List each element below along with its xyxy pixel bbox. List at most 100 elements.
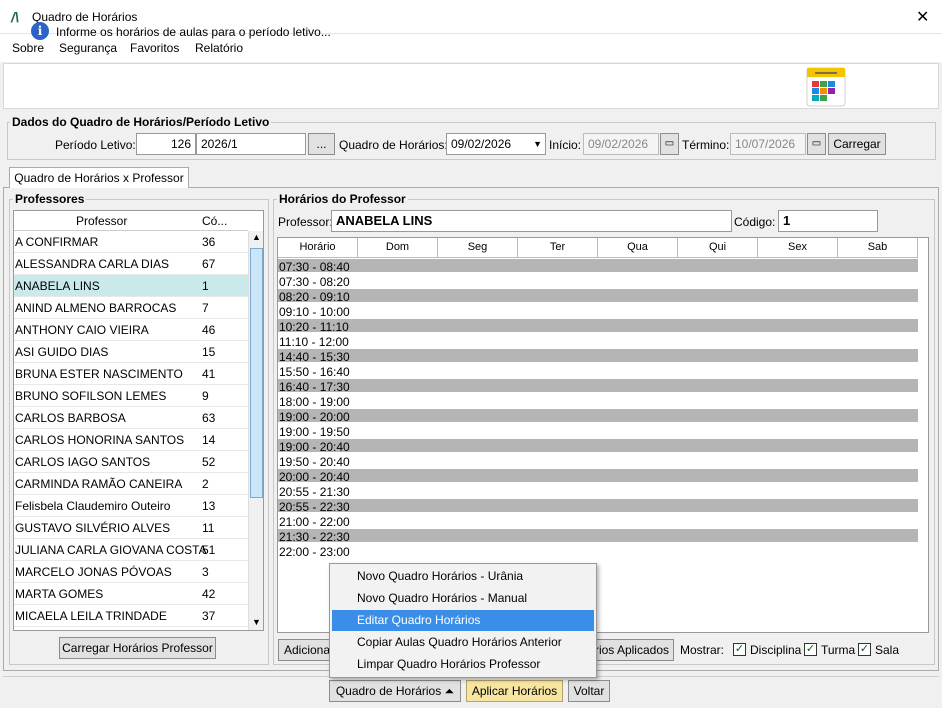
- col-header[interactable]: Seg: [438, 238, 518, 258]
- schedule-cells[interactable]: [358, 259, 918, 272]
- table-row[interactable]: CARMINDA RAMÃO CANEIRA 2: [14, 473, 248, 495]
- col-header[interactable]: Qui: [678, 238, 758, 258]
- quadro-horarios-menu-button[interactable]: Quadro de Horários ⏶: [329, 680, 461, 702]
- periodo-code-field[interactable]: 126: [136, 133, 196, 155]
- menu-sobre[interactable]: Sobre: [12, 41, 44, 55]
- schedule-cells[interactable]: [358, 364, 918, 377]
- schedule-cells[interactable]: [358, 394, 918, 407]
- schedule-row[interactable]: 20:55 - 22:30: [278, 499, 918, 514]
- schedule-cells[interactable]: [358, 304, 918, 317]
- schedule-row[interactable]: 21:30 - 22:30: [278, 529, 918, 544]
- schedule-cells[interactable]: [358, 544, 918, 557]
- schedule-cells[interactable]: [358, 274, 918, 287]
- popup-menu-item[interactable]: Novo Quadro Horários - Manual: [332, 588, 594, 609]
- tab-quadro-professor[interactable]: Quadro de Horários x Professor: [9, 167, 189, 188]
- carregar-button[interactable]: Carregar: [828, 133, 886, 155]
- schedule-row[interactable]: 14:40 - 15:30: [278, 349, 918, 364]
- schedule-cells[interactable]: [358, 334, 918, 347]
- carregar-horarios-professor-button[interactable]: Carregar Horários Professor: [59, 637, 216, 659]
- popup-menu-item[interactable]: Copiar Aulas Quadro Horários Anterior: [332, 632, 594, 653]
- col-header[interactable]: Dom: [358, 238, 438, 258]
- col-header[interactable]: Ter: [518, 238, 598, 258]
- table-row[interactable]: BRUNA ESTER NASCIMENTO 41: [14, 363, 248, 385]
- col-header[interactable]: Sab: [838, 238, 918, 258]
- schedule-cells[interactable]: [358, 454, 918, 467]
- schedule-cells[interactable]: [358, 469, 918, 482]
- schedule-cells[interactable]: [358, 424, 918, 437]
- sala-checkbox[interactable]: ✓: [858, 643, 871, 656]
- table-row[interactable]: MICAELA LEILA TRINDADE 37: [14, 605, 248, 627]
- table-row[interactable]: ANIND ALMENO BARROCAS 7: [14, 297, 248, 319]
- popup-menu-item[interactable]: Limpar Quadro Horários Professor: [332, 654, 594, 675]
- table-row[interactable]: MARTA GOMES 42: [14, 583, 248, 605]
- popup-menu-item[interactable]: Novo Quadro Horários - Urânia: [332, 566, 594, 587]
- col-codigo[interactable]: Có...: [202, 214, 227, 228]
- col-professor[interactable]: Professor: [76, 214, 127, 228]
- inicio-calendar-icon[interactable]: ▭: [660, 133, 679, 155]
- schedule-row[interactable]: 07:30 - 08:20: [278, 274, 918, 289]
- scrollbar-thumb[interactable]: [250, 248, 263, 498]
- schedule-cells[interactable]: [358, 319, 918, 332]
- schedule-row[interactable]: 19:50 - 20:40: [278, 454, 918, 469]
- schedule-row[interactable]: 20:55 - 21:30: [278, 484, 918, 499]
- table-row[interactable]: ANABELA LINS 1: [14, 275, 248, 297]
- table-row[interactable]: CARLOS IAGO SANTOS 52: [14, 451, 248, 473]
- schedule-row[interactable]: 19:00 - 19:50: [278, 424, 918, 439]
- menu-seguranca[interactable]: Segurança: [59, 41, 117, 55]
- schedule-row[interactable]: 18:00 - 19:00: [278, 394, 918, 409]
- table-row[interactable]: ALESSANDRA CARLA DIAS 67: [14, 253, 248, 275]
- schedule-row[interactable]: 08:20 - 09:10: [278, 289, 918, 304]
- quadro-select[interactable]: 09/02/2026 ▼: [446, 133, 546, 155]
- termino-calendar-icon[interactable]: ▭: [807, 133, 826, 155]
- scroll-down-icon[interactable]: ▼: [252, 617, 261, 627]
- schedule-cells[interactable]: [358, 514, 918, 527]
- schedule-row[interactable]: 22:00 - 23:00: [278, 544, 918, 559]
- aplicar-horarios-button[interactable]: Aplicar Horários: [466, 680, 563, 702]
- professor-field[interactable]: ANABELA LINS: [331, 210, 732, 232]
- schedule-row[interactable]: 15:50 - 16:40: [278, 364, 918, 379]
- schedule-row[interactable]: 21:00 - 22:00: [278, 514, 918, 529]
- menu-favoritos[interactable]: Favoritos: [130, 41, 179, 55]
- schedule-row[interactable]: 11:10 - 12:00: [278, 334, 918, 349]
- schedule-row[interactable]: 09:10 - 10:00: [278, 304, 918, 319]
- schedule-row[interactable]: 10:20 - 11:10: [278, 319, 918, 334]
- table-row[interactable]: ANTHONY CAIO VIEIRA 46: [14, 319, 248, 341]
- schedule-cells[interactable]: [358, 439, 918, 452]
- voltar-button[interactable]: Voltar: [568, 680, 610, 702]
- table-row[interactable]: CARLOS BARBOSA 63: [14, 407, 248, 429]
- schedule-cells[interactable]: [358, 379, 918, 392]
- scroll-up-icon[interactable]: ▲: [252, 232, 261, 242]
- schedule-cells[interactable]: [358, 409, 918, 422]
- table-row[interactable]: GUSTAVO SILVÉRIO ALVES 11: [14, 517, 248, 539]
- col-header[interactable]: Qua: [598, 238, 678, 258]
- popup-menu-item[interactable]: Editar Quadro Horários: [332, 610, 594, 631]
- schedule-row[interactable]: 19:00 - 20:40: [278, 439, 918, 454]
- table-row[interactable]: JULIANA CARLA GIOVANA COSTA 51: [14, 539, 248, 561]
- inicio-field[interactable]: 09/02/2026: [583, 133, 659, 155]
- periodo-value-field[interactable]: 2026/1: [196, 133, 306, 155]
- schedule-row[interactable]: 07:30 - 08:40: [278, 259, 918, 274]
- table-row[interactable]: ASI GUIDO DIAS 15: [14, 341, 248, 363]
- schedule-row[interactable]: 19:00 - 20:00: [278, 409, 918, 424]
- table-row[interactable]: CARLOS HONORINA SANTOS 14: [14, 429, 248, 451]
- schedule-cells[interactable]: [358, 529, 918, 542]
- schedule-cells[interactable]: [358, 349, 918, 362]
- turma-checkbox[interactable]: ✓: [804, 643, 817, 656]
- menu-relatorio[interactable]: Relatório: [195, 41, 243, 55]
- schedule-cells[interactable]: [358, 289, 918, 302]
- periodo-search-button[interactable]: ...: [308, 133, 335, 155]
- schedule-row[interactable]: 16:40 - 17:30: [278, 379, 918, 394]
- schedule-cells[interactable]: [358, 484, 918, 497]
- col-header[interactable]: Sex: [758, 238, 838, 258]
- table-row[interactable]: MARCELO JONAS PÓVOAS 3: [14, 561, 248, 583]
- disciplina-checkbox[interactable]: ✓: [733, 643, 746, 656]
- codigo-field[interactable]: 1: [778, 210, 878, 232]
- schedule-row[interactable]: 20:00 - 20:40: [278, 469, 918, 484]
- col-header[interactable]: Horário: [278, 238, 358, 258]
- close-icon[interactable]: ✕: [916, 7, 929, 27]
- horarios-aplicados-button[interactable]: rios Aplicados: [590, 639, 674, 661]
- schedule-cells[interactable]: [358, 499, 918, 512]
- table-row[interactable]: A CONFIRMAR 36: [14, 231, 248, 253]
- table-row[interactable]: Felisbela Claudemiro Outeiro 13: [14, 495, 248, 517]
- table-row[interactable]: BRUNO SOFILSON LEMES 9: [14, 385, 248, 407]
